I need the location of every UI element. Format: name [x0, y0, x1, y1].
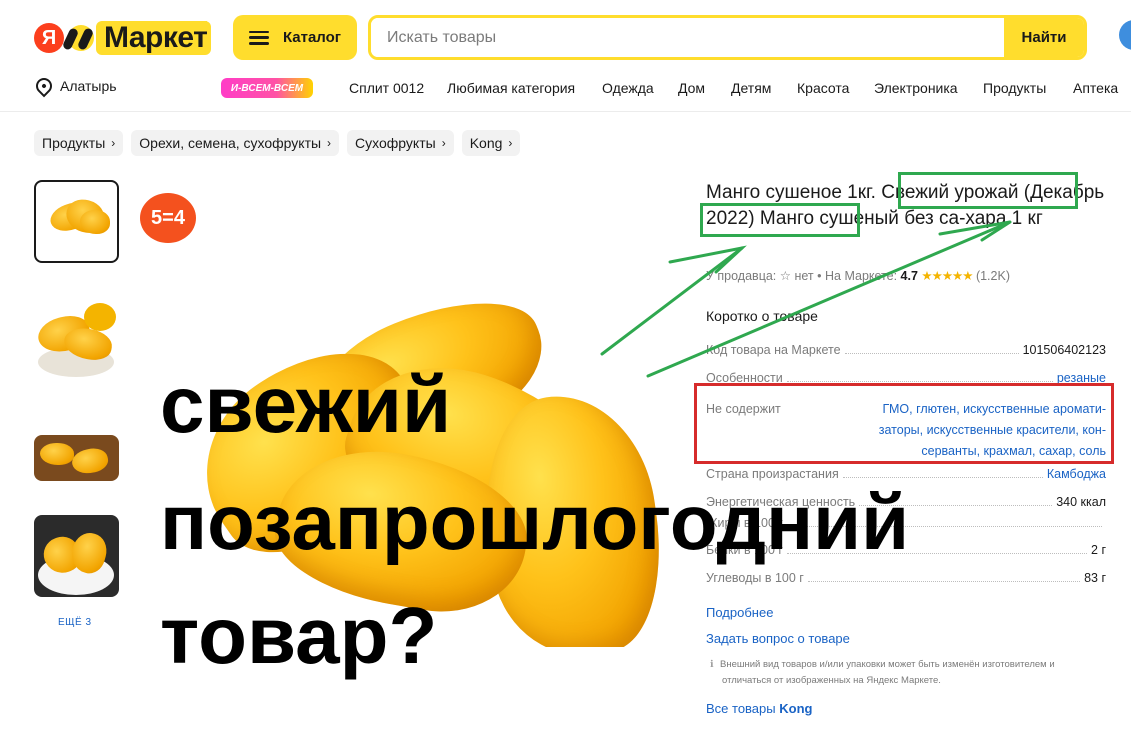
disclaimer-note: ℹ Внешний вид товаров и/или упаковки може…: [710, 659, 1055, 686]
logo-text: Маркет: [104, 21, 208, 54]
nav-item-home[interactable]: Дом: [678, 80, 705, 96]
location-pin-icon: [32, 74, 56, 98]
nav-item-split[interactable]: Сплит 0012: [349, 80, 424, 96]
overlay-text-line1: свежий: [160, 360, 452, 449]
chevron-right-icon: ›: [327, 136, 332, 150]
nav-item-clothes[interactable]: Одежда: [602, 80, 654, 96]
nav-item-kids[interactable]: Детям: [731, 80, 771, 96]
annotation-box-fresh-harvest: [898, 172, 1078, 209]
annotation-box-december-2022: [700, 203, 860, 237]
promo-5-for-4-badge: 5=4: [140, 193, 196, 243]
breadcrumb-item[interactable]: Kong ›: [461, 130, 521, 156]
search-input[interactable]: [371, 18, 1004, 57]
overlay-text-line3: товар?: [160, 591, 438, 680]
thumbnail-4[interactable]: [34, 515, 119, 597]
menu-icon: [248, 30, 269, 45]
review-count: (1.2K): [975, 269, 1010, 283]
more-photos-link[interactable]: ЕЩЁ 3: [58, 617, 92, 628]
yandex-market-logo[interactable]: Я Маркет: [34, 20, 212, 56]
thumbnail-2[interactable]: [34, 299, 119, 381]
chat-icon[interactable]: [1119, 20, 1131, 50]
more-details-link[interactable]: Подробнее: [706, 605, 773, 620]
chevron-right-icon: ›: [111, 136, 116, 150]
logo-ya-icon: Я: [34, 23, 64, 53]
breadcrumb-item[interactable]: Сухофрукты ›: [347, 130, 454, 156]
thumbnail-3[interactable]: [34, 435, 119, 481]
nav-item-favorite-category[interactable]: Любимая категория: [447, 80, 575, 96]
breadcrumb: Продукты › Орехи, семена, сухофрукты › Сух…: [34, 130, 521, 156]
all-brand-goods-link[interactable]: Все товары Kong: [706, 701, 812, 716]
logo-m-icon: [61, 23, 96, 53]
promo-badge[interactable]: И-ВСЕМ-ВСЕМ: [221, 78, 313, 98]
nav-item-beauty[interactable]: Красота: [797, 80, 849, 96]
spec-row-carbs: Углеводы в 100 г 83 г: [706, 571, 1106, 585]
location-selector[interactable]: Алатырь: [32, 74, 117, 98]
rating-stars-icon: ★★★★★: [921, 269, 973, 283]
nav-item-pharmacy[interactable]: Аптека: [1073, 80, 1118, 96]
search-button[interactable]: Найти: [1004, 18, 1084, 57]
overlay-text-line2: позапрошлогодний: [160, 478, 910, 566]
catalog-button[interactable]: Каталог: [233, 15, 357, 60]
header-divider: [0, 111, 1131, 112]
breadcrumb-item[interactable]: Орехи, семена, сухофрукты ›: [131, 130, 340, 156]
chevron-right-icon: ›: [441, 136, 446, 150]
catalog-label: Каталог: [282, 29, 342, 46]
star-outline-icon: ☆: [779, 269, 791, 283]
nav-item-electronics[interactable]: Электроника: [874, 80, 958, 96]
info-icon: ℹ: [710, 659, 714, 670]
location-label: Алатырь: [60, 78, 117, 94]
annotation-box-free-from: [694, 383, 1114, 464]
breadcrumb-item[interactable]: Продукты ›: [34, 130, 124, 156]
thumbnail-1[interactable]: [34, 180, 119, 263]
search-bar: Найти: [368, 15, 1087, 60]
spec-row-code: Код товара на Маркете 101506402123: [706, 343, 1106, 357]
short-about-heading: Коротко о товаре: [706, 308, 818, 324]
nav-item-products[interactable]: Продукты: [983, 80, 1046, 96]
chevron-right-icon: ›: [508, 136, 513, 150]
ask-question-link[interactable]: Задать вопрос о товаре: [706, 631, 850, 646]
top-nav: Алатырь И-ВСЕМ-ВСЕМ Сплит 0012 Любимая к…: [0, 74, 1131, 104]
rating-row[interactable]: У продавца: ☆ нет • На Маркете: 4.7 ★★★★…: [706, 268, 1010, 283]
rating-value: 4.7: [900, 269, 918, 283]
